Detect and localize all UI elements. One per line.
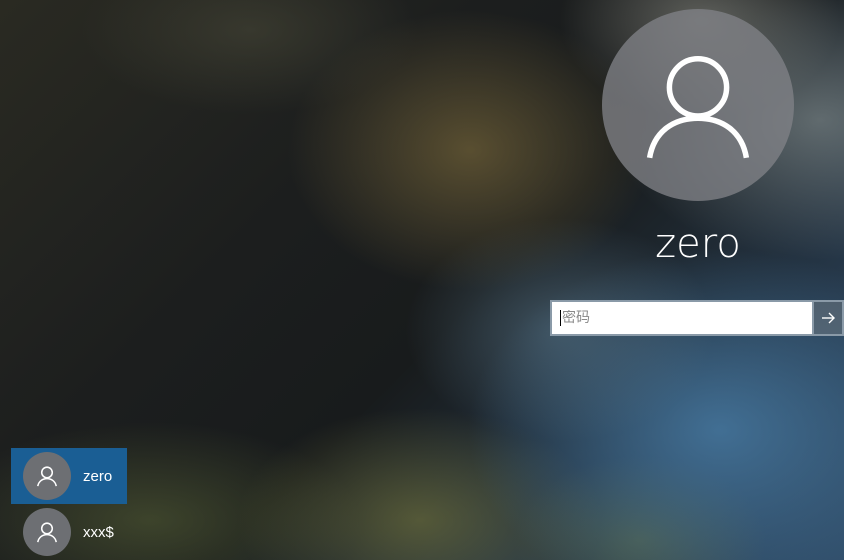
user-item-xxx[interactable]: xxx$ — [11, 504, 127, 560]
user-switcher-list: zero xxx$ — [11, 448, 127, 560]
user-item-zero[interactable]: zero — [11, 448, 127, 504]
user-item-label: zero — [83, 467, 113, 485]
user-avatar-small — [23, 452, 71, 500]
user-avatar-large — [602, 9, 794, 201]
password-input[interactable] — [562, 310, 792, 326]
password-field[interactable] — [550, 300, 813, 336]
user-avatar-small — [23, 508, 71, 556]
user-item-label: xxx$ — [83, 523, 114, 541]
submit-button[interactable] — [812, 300, 844, 336]
person-icon — [37, 466, 57, 487]
text-caret — [560, 310, 561, 326]
arrow-right-icon — [822, 312, 836, 324]
person-icon — [646, 56, 750, 159]
password-row — [550, 300, 844, 336]
person-icon — [37, 522, 57, 543]
username-heading: zero — [655, 221, 741, 267]
